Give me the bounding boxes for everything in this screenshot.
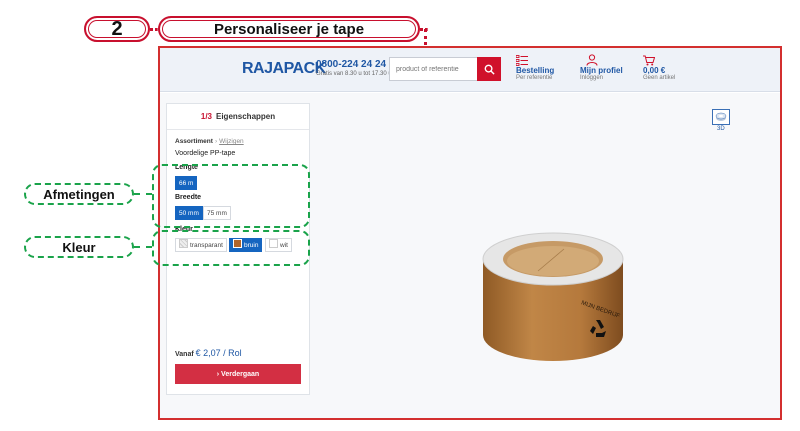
- step-badge: 2: [84, 16, 150, 42]
- step-title-text: Personaliseer je tape: [213, 20, 365, 38]
- price-value: € 2,07 / Rol: [195, 348, 242, 358]
- dotted-connector: [424, 29, 427, 45]
- dimensions-highlight: [152, 164, 310, 228]
- brand-logo[interactable]: RAJAPACK: [242, 60, 326, 78]
- tape-core-inner: [507, 246, 599, 276]
- search-input[interactable]: [389, 57, 479, 81]
- nav-label: Bestelling: [516, 66, 555, 75]
- continue-button[interactable]: › Verdergaan: [175, 364, 301, 384]
- list-icon: [516, 54, 554, 66]
- cart-total: 0,00 €: [643, 66, 666, 75]
- price-row: Vanaf € 2,07 / Rol: [175, 348, 242, 358]
- step-number: 2: [111, 17, 123, 40]
- callout-connector: [134, 193, 152, 195]
- step-indicator: 1/3: [200, 112, 212, 121]
- breadcrumb: Assortiment › Wijzigen: [175, 138, 244, 145]
- phone-number: 0800-224 24 24: [316, 59, 387, 70]
- nav-sublabel: Per referentie: [516, 75, 553, 81]
- callout-color: Kleur: [24, 236, 134, 258]
- nav-sublabel: Inloggen: [580, 75, 604, 81]
- panel-heading: Eigenschappen: [216, 112, 276, 121]
- nav-profile[interactable]: Mijn profiel Inloggen: [580, 54, 623, 81]
- tape-roll-3d[interactable]: MIJN BEDRIJF: [478, 223, 628, 373]
- dotted-connector: [150, 28, 158, 31]
- panel-header: 1/3 Eigenschappen: [167, 104, 309, 130]
- step-title: Personaliseer je tape: [158, 16, 420, 42]
- change-link[interactable]: Wijzigen: [219, 138, 244, 145]
- price-prefix: Vanaf: [175, 351, 194, 358]
- breadcrumb-root: Assortiment: [175, 138, 213, 145]
- product-name: Voordelige PP-tape: [175, 150, 236, 157]
- tape-thumbnail-icon: [715, 112, 727, 121]
- nav-label: Mijn profiel: [580, 66, 623, 75]
- site-header: RAJAPACK 0800-224 24 24 Gratis van 8.30 …: [160, 48, 780, 92]
- cart-status: Geen artikel: [643, 75, 676, 81]
- search-button[interactable]: [477, 57, 501, 81]
- view-3d-button[interactable]: [712, 109, 730, 125]
- callout-dimensions: Afmetingen: [24, 183, 134, 205]
- nav-cart[interactable]: 0,00 € Geen artikel: [643, 54, 675, 81]
- search-icon: [484, 64, 495, 75]
- callout-connector: [134, 246, 152, 248]
- view-3d-label: 3D: [717, 126, 725, 132]
- nav-order[interactable]: Bestelling Per referentie: [516, 54, 554, 81]
- color-highlight: [152, 230, 310, 266]
- user-icon: [580, 54, 623, 66]
- cart-icon: [643, 54, 675, 66]
- phone-hours: Gratis van 8.30 u tot 17.30 u: [316, 71, 392, 77]
- chevron-right-icon: ›: [214, 138, 218, 145]
